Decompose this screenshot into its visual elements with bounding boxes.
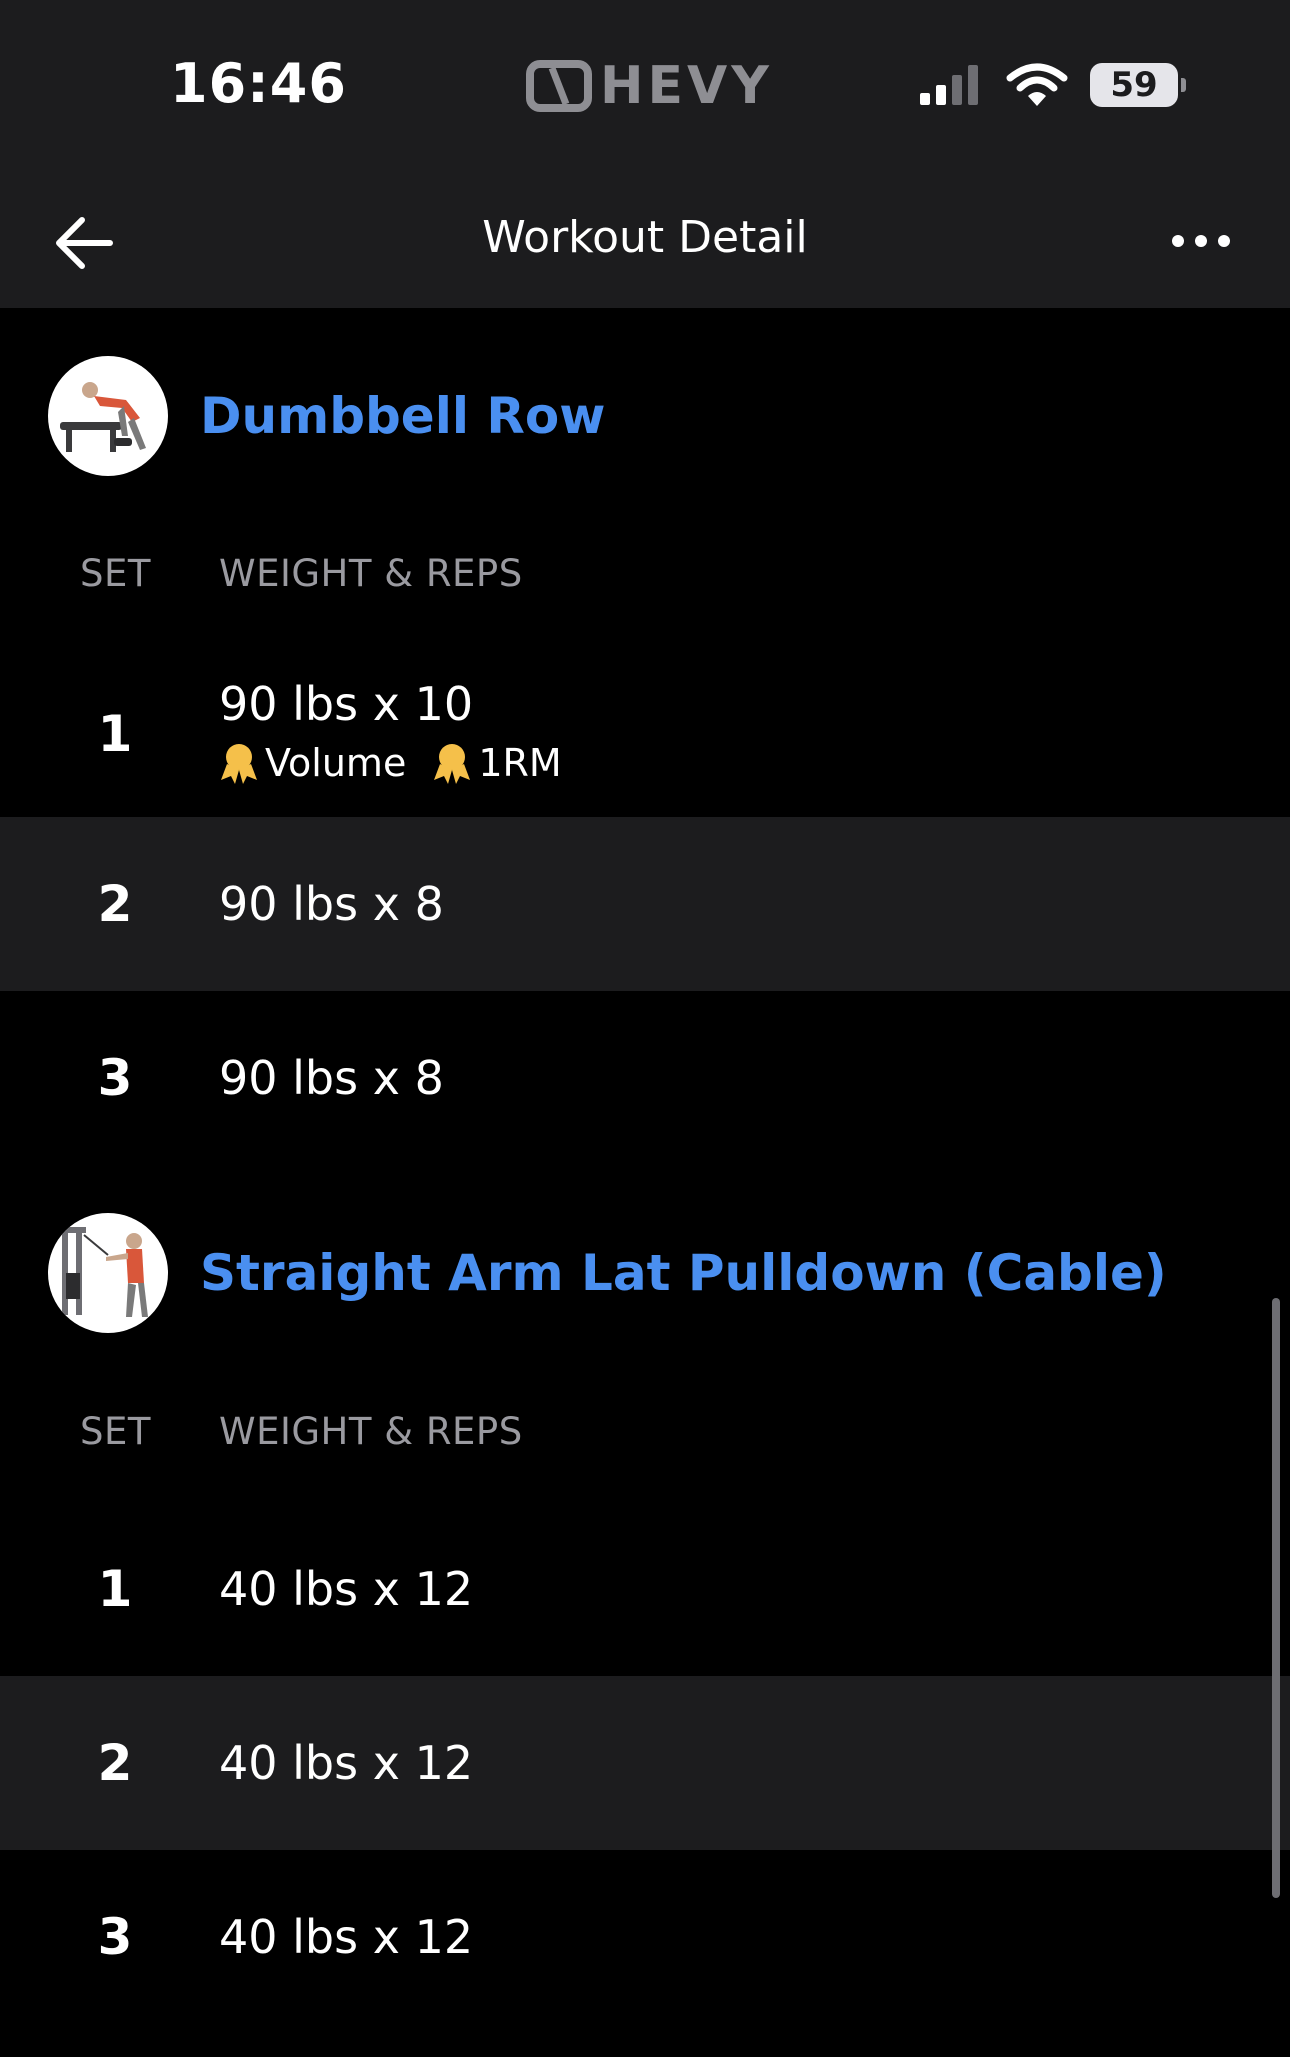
set-row: 2 40 lbs x 12 — [0, 1676, 1290, 1850]
medal-icon — [221, 744, 257, 784]
set-number: 2 — [97, 1734, 133, 1792]
wifi-icon — [1006, 63, 1068, 106]
scrollbar[interactable] — [1272, 1298, 1280, 1898]
exercise-name[interactable]: Straight Arm Lat Pulldown (Cable) — [200, 1244, 1167, 1302]
page-title: Workout Detail — [482, 212, 808, 263]
set-row: 3 90 lbs x 8 — [0, 991, 1290, 1165]
dumbbell-row-illustration-icon — [60, 382, 146, 452]
exercise-name[interactable]: Dumbbell Row — [200, 387, 605, 445]
status-icons: 59 — [918, 62, 1186, 108]
hevy-logo-icon — [526, 60, 592, 112]
set-weight-reps: 90 lbs x 8 — [219, 877, 444, 931]
set-column-header: SET — [80, 552, 151, 595]
record-badge-volume: Volume — [219, 741, 406, 785]
battery-indicator: 59 — [1090, 63, 1186, 107]
top-bar: 16:46 HEVY 59 Workout Detail — [0, 0, 1290, 308]
set-weight-reps: 40 lbs x 12 — [219, 1910, 474, 1964]
record-badge-1rm: 1RM — [432, 741, 562, 785]
set-row: 2 90 lbs x 8 — [0, 817, 1290, 991]
weight-reps-column-header: WEIGHT & REPS — [219, 552, 523, 595]
set-row: 1 40 lbs x 12 — [0, 1502, 1290, 1676]
record-badges: Volume 1RM — [219, 741, 562, 785]
set-number: 1 — [97, 705, 133, 763]
weight-reps-column-header: WEIGHT & REPS — [219, 1410, 523, 1453]
workout-detail-screen: 16:46 HEVY 59 Workout Detail Dumbbell Ro… — [0, 0, 1290, 2057]
set-column-header: SET — [80, 1410, 151, 1453]
set-row: 1 90 lbs x 10 Volume 1RM — [0, 643, 1290, 817]
record-label: Volume — [265, 741, 407, 785]
exercise-thumbnail[interactable] — [48, 356, 168, 476]
more-options-icon[interactable] — [1170, 228, 1232, 254]
set-number: 2 — [97, 875, 133, 933]
exercise-header[interactable]: Dumbbell Row — [48, 356, 605, 476]
set-weight-reps: 90 lbs x 8 — [219, 1051, 444, 1105]
brand-name: HEVY — [600, 56, 773, 116]
exercise-header[interactable]: Straight Arm Lat Pulldown (Cable) — [48, 1213, 1167, 1333]
set-weight-reps: 90 lbs x 10 — [219, 677, 474, 731]
battery-level: 59 — [1110, 65, 1158, 105]
brand-logo: HEVY — [526, 56, 773, 116]
set-number: 3 — [97, 1908, 133, 1966]
set-number: 1 — [97, 1560, 133, 1618]
cable-pulldown-illustration-icon — [62, 1227, 148, 1317]
set-weight-reps: 40 lbs x 12 — [219, 1562, 474, 1616]
set-number: 3 — [97, 1049, 133, 1107]
exercise-thumbnail[interactable] — [48, 1213, 168, 1333]
medal-icon — [434, 744, 471, 784]
status-time: 16:46 — [170, 52, 347, 115]
set-weight-reps: 40 lbs x 12 — [219, 1736, 474, 1790]
set-row: 3 40 lbs x 12 — [0, 1850, 1290, 2024]
cellular-signal-icon — [920, 65, 978, 105]
record-label: 1RM — [478, 741, 562, 785]
